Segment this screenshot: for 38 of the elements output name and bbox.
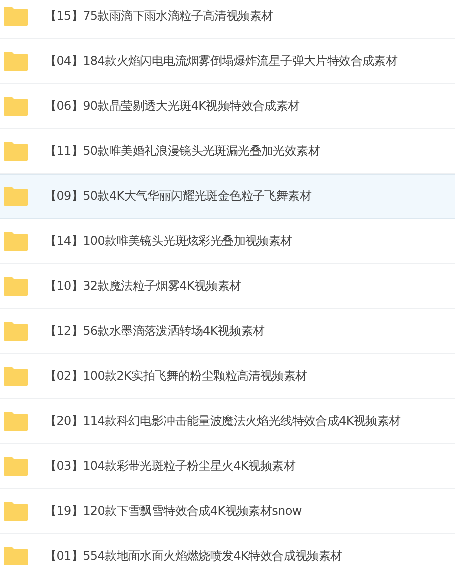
folder-name: 【03】104款彩带光斑粒子粉尘星火4K视频素材 xyxy=(45,458,296,474)
folder-name: 【19】120款下雪飘雪特效合成4K视频素材snow xyxy=(45,502,302,520)
folder-name: 【11】50款唯美婚礼浪漫镜头光斑漏光叠加光效素材 xyxy=(45,142,320,160)
folder-icon xyxy=(3,50,29,72)
folder-icon xyxy=(3,410,29,432)
folder-name: 【01】554款地面水面火焰燃烧喷发4K特效合成视频素材 xyxy=(45,548,342,564)
folder-name: 【12】56款水墨滴落泼洒转场4K视频素材 xyxy=(45,322,265,340)
folder-row[interactable]: 【20】114款科幻电影冲击能量波魔法火焰光线特效合成4K视频素材 xyxy=(0,399,455,444)
folder-name: 【14】100款唯美镜头光斑炫彩光叠加视频素材 xyxy=(45,232,292,250)
folder-row[interactable]: 【15】75款雨滴下雨水滴粒子高清视频素材 xyxy=(0,0,455,39)
folder-icon xyxy=(3,6,29,26)
folder-name: 【10】32款魔法粒子烟雾4K视频素材 xyxy=(45,278,242,294)
folder-row[interactable]: 【12】56款水墨滴落泼洒转场4K视频素材 xyxy=(0,309,455,354)
folder-name: 【02】100款2K实拍飞舞的粉尘颗粒高清视频素材 xyxy=(45,368,308,384)
folder-name: 【09】50款4K大气华丽闪耀光斑金色粒子飞舞素材 xyxy=(45,188,312,205)
folder-icon xyxy=(3,186,29,207)
folder-row[interactable]: 【09】50款4K大气华丽闪耀光斑金色粒子飞舞素材 xyxy=(0,174,455,219)
folder-row[interactable]: 【02】100款2K实拍飞舞的粉尘颗粒高清视频素材 xyxy=(0,354,455,399)
folder-row[interactable]: 【03】104款彩带光斑粒子粉尘星火4K视频素材 xyxy=(0,444,455,489)
folder-icon xyxy=(3,140,29,162)
folder-name: 【20】114款科幻电影冲击能量波魔法火焰光线特效合成4K视频素材 xyxy=(45,412,401,430)
folder-row[interactable]: 【01】554款地面水面火焰燃烧喷发4K特效合成视频素材 xyxy=(0,534,455,565)
folder-name: 【15】75款雨滴下雨水滴粒子高清视频素材 xyxy=(45,8,274,24)
folder-icon xyxy=(3,366,29,386)
folder-name: 【06】90款晶莹剔透大光斑4K视频特效合成素材 xyxy=(45,98,300,114)
folder-row[interactable]: 【19】120款下雪飘雪特效合成4K视频素材snow xyxy=(0,489,455,534)
folder-row[interactable]: 【06】90款晶莹剔透大光斑4K视频特效合成素材 xyxy=(0,84,455,129)
folder-icon xyxy=(3,276,29,296)
folder-name: 【04】184款火焰闪电电流烟雾倒塌爆炸流星子弹大片特效合成素材 xyxy=(45,52,398,70)
folder-icon xyxy=(3,456,29,476)
folder-row[interactable]: 【04】184款火焰闪电电流烟雾倒塌爆炸流星子弹大片特效合成素材 xyxy=(0,39,455,84)
folder-icon xyxy=(3,546,29,565)
folder-icon xyxy=(3,96,29,116)
folder-icon xyxy=(3,320,29,342)
folder-icon xyxy=(3,500,29,522)
folder-row[interactable]: 【14】100款唯美镜头光斑炫彩光叠加视频素材 xyxy=(0,219,455,264)
folder-row[interactable]: 【10】32款魔法粒子烟雾4K视频素材 xyxy=(0,264,455,309)
folder-icon xyxy=(3,230,29,252)
